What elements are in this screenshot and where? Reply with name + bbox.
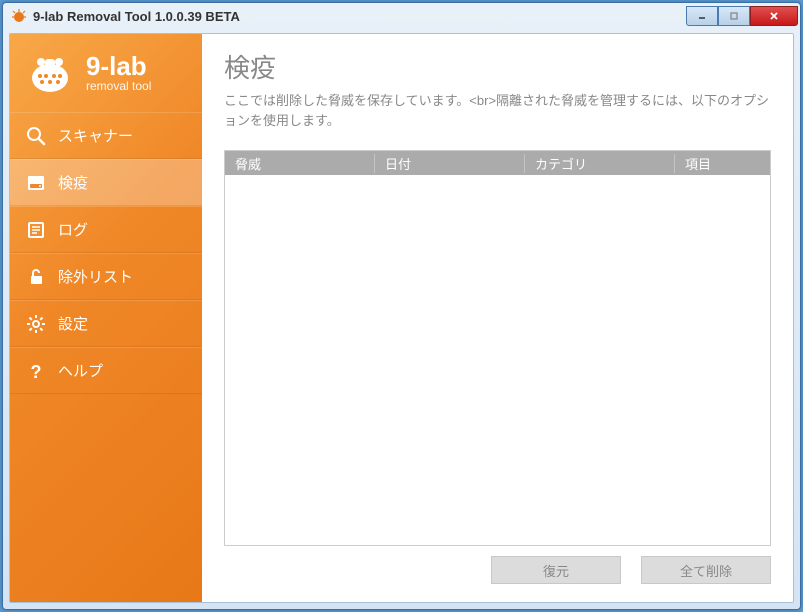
maximize-button[interactable] [718,6,750,26]
log-icon [26,220,46,240]
col-date[interactable]: 日付 [375,154,525,173]
logo-subtitle: removal tool [86,79,151,93]
delete-all-button[interactable]: 全て削除 [641,556,771,584]
app-body: 9-lab removal tool スキャナー 検疫 [9,33,794,603]
sidebar-item-exclusions[interactable]: 除外リスト [10,253,202,300]
logo: 9-lab removal tool [10,52,202,112]
sidebar-item-label: ヘルプ [58,360,103,381]
quarantine-table: 脅威 日付 カテゴリ 項目 [224,150,771,546]
unlock-icon [26,267,46,287]
logo-brand: 9-lab [86,53,151,79]
app-window: 9-lab Removal Tool 1.0.0.39 BETA [2,2,801,610]
close-button[interactable] [750,6,798,26]
app-icon [11,8,27,24]
logo-text: 9-lab removal tool [86,53,151,93]
minimize-icon [697,11,707,21]
window-title: 9-lab Removal Tool 1.0.0.39 BETA [33,9,686,24]
drive-icon [26,173,46,193]
sidebar-item-label: 除外リスト [58,266,133,287]
titlebar[interactable]: 9-lab Removal Tool 1.0.0.39 BETA [3,3,800,29]
sidebar-item-help[interactable]: ? ヘルプ [10,347,202,394]
help-icon: ? [26,361,46,381]
magnifier-icon [26,126,46,146]
col-threat[interactable]: 脅威 [225,154,375,173]
bug-logo-icon [24,52,76,94]
maximize-icon [729,11,739,21]
content-header: 検疫 ここでは削除した脅威を保存しています。<br>隔離された脅威を管理するには… [202,34,793,142]
col-item[interactable]: 項目 [675,154,770,173]
col-category[interactable]: カテゴリ [525,154,675,173]
content: 検疫 ここでは削除した脅威を保存しています。<br>隔離された脅威を管理するには… [202,34,793,602]
sidebar-item-quarantine[interactable]: 検疫 [10,159,202,206]
restore-button[interactable]: 復元 [491,556,621,584]
sidebar-item-label: スキャナー [58,125,133,146]
nav: スキャナー 検疫 ログ [10,112,202,394]
gear-icon [26,314,46,334]
minimize-button[interactable] [686,6,718,26]
sidebar-item-label: ログ [58,219,88,240]
sidebar-item-scanner[interactable]: スキャナー [10,112,202,159]
page-description: ここでは削除した脅威を保存しています。<br>隔離された脅威を管理するには、以下… [224,91,771,130]
sidebar-item-logs[interactable]: ログ [10,206,202,253]
sidebar-item-label: 検疫 [58,172,88,193]
sidebar-item-settings[interactable]: 設定 [10,300,202,347]
sidebar: 9-lab removal tool スキャナー 検疫 [10,34,202,602]
close-icon [768,10,780,22]
table-header: 脅威 日付 カテゴリ 項目 [225,151,770,175]
table-body[interactable] [225,175,770,545]
svg-text:?: ? [31,362,42,381]
footer-buttons: 復元 全て削除 [202,556,793,602]
titlebar-buttons [686,6,798,26]
sidebar-item-label: 設定 [58,313,88,334]
page-title: 検疫 [224,48,771,85]
